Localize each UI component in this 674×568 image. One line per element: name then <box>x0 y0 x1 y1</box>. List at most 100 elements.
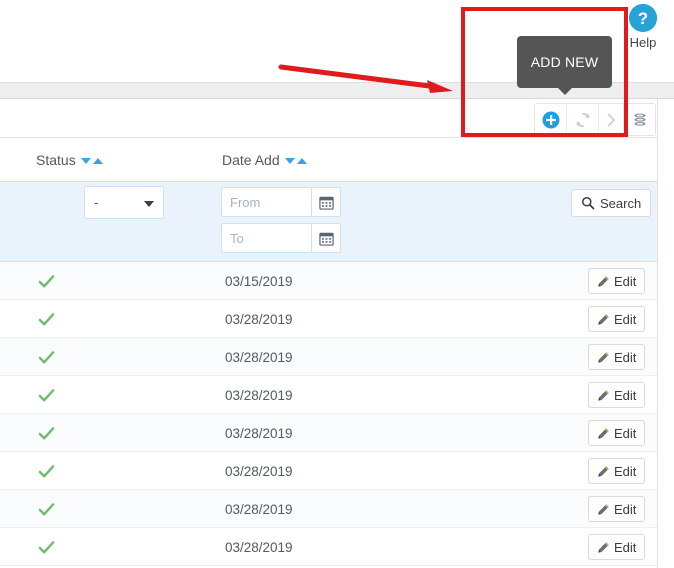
search-button-label: Search <box>600 195 642 211</box>
check-mark-icon <box>38 540 55 553</box>
check-mark-icon <box>38 350 55 363</box>
column-header-date-add-label: Date Add <box>222 152 280 168</box>
cell-date-add: 03/28/2019 <box>225 463 293 479</box>
cell-date-add: 03/28/2019 <box>225 425 293 441</box>
calendar-icon <box>318 196 334 210</box>
check-mark-icon <box>38 312 55 325</box>
pencil-icon <box>598 427 609 439</box>
pencil-icon <box>598 351 609 363</box>
sort-desc-icon[interactable] <box>80 158 91 164</box>
edit-button[interactable]: Edit <box>588 344 646 370</box>
cell-status <box>38 452 55 490</box>
edit-button[interactable]: Edit <box>588 382 646 408</box>
svg-text:?: ? <box>638 9 648 28</box>
table-header-row: Status Date Add <box>0 139 658 182</box>
help-widget[interactable]: ? Help <box>620 4 666 50</box>
table-row[interactable]: 03/28/2019 Edit <box>0 300 658 338</box>
date-to-calendar-button[interactable] <box>311 223 341 253</box>
pencil-icon <box>598 503 609 515</box>
edit-button-label: Edit <box>614 349 637 365</box>
edit-button-label: Edit <box>614 501 637 517</box>
tooltip-pointer <box>558 88 572 95</box>
cell-actions: Edit <box>588 534 646 560</box>
check-mark-icon <box>38 274 55 287</box>
question-mark-circle-icon[interactable]: ? <box>629 4 657 32</box>
table-row[interactable]: 03/28/2019 Edit <box>0 490 658 528</box>
cell-date-add: 03/28/2019 <box>225 539 293 555</box>
pencil-icon <box>598 465 609 477</box>
table-body: 03/15/2019 Edit 03/28/2019 Edit 03/28/20… <box>0 262 658 566</box>
cell-date-add: 03/28/2019 <box>225 501 293 517</box>
add-new-tooltip: ADD NEW <box>517 36 612 88</box>
cell-date-add: 03/28/2019 <box>225 387 293 403</box>
check-mark-icon <box>38 388 55 401</box>
date-from-input[interactable] <box>221 187 311 217</box>
check-mark-icon <box>38 502 55 515</box>
edit-button-label: Edit <box>614 311 637 327</box>
cell-actions: Edit <box>588 268 646 294</box>
cell-status <box>38 262 55 300</box>
sort-desc-icon[interactable] <box>284 158 295 164</box>
table-row[interactable]: 03/28/2019 Edit <box>0 376 658 414</box>
table-row[interactable]: 03/28/2019 Edit <box>0 414 658 452</box>
plus-circle-icon <box>542 111 559 128</box>
column-header-date-add[interactable]: Date Add <box>222 152 307 168</box>
edit-button[interactable]: Edit <box>588 534 646 560</box>
database-stack-icon <box>633 113 646 126</box>
cell-date-add: 03/28/2019 <box>225 311 293 327</box>
pencil-icon <box>598 389 609 401</box>
cell-actions: Edit <box>588 306 646 332</box>
database-button[interactable] <box>624 104 655 135</box>
cell-status <box>38 490 55 528</box>
search-button[interactable]: Search <box>571 189 652 217</box>
refresh-button[interactable] <box>567 104 599 135</box>
table-row[interactable]: 03/15/2019 Edit <box>0 262 658 300</box>
column-header-status[interactable]: Status <box>36 152 103 168</box>
pencil-icon <box>598 313 609 325</box>
add-new-button[interactable] <box>535 104 567 135</box>
date-to-input[interactable] <box>221 223 311 253</box>
edit-button[interactable]: Edit <box>588 306 646 332</box>
column-header-status-label: Status <box>36 152 76 168</box>
cell-status <box>38 338 55 376</box>
cell-actions: Edit <box>588 458 646 484</box>
status-filter-value: - <box>94 195 99 210</box>
cell-actions: Edit <box>588 344 646 370</box>
toolbar-button-group <box>534 103 656 136</box>
next-button[interactable] <box>599 104 624 135</box>
cell-actions: Edit <box>588 382 646 408</box>
edit-button[interactable]: Edit <box>588 496 646 522</box>
date-to-group <box>221 223 341 253</box>
sort-asc-icon[interactable] <box>92 158 103 164</box>
chevron-down-icon <box>144 201 154 207</box>
refresh-icon <box>576 112 589 127</box>
date-from-group <box>221 187 341 217</box>
edit-button[interactable]: Edit <box>588 458 646 484</box>
cell-status <box>38 528 55 566</box>
add-new-tooltip-label: ADD NEW <box>530 54 599 70</box>
edit-button-label: Edit <box>614 463 637 479</box>
edit-button-label: Edit <box>614 425 637 441</box>
status-filter-select[interactable]: - <box>84 186 164 219</box>
cell-date-add: 03/15/2019 <box>225 273 293 289</box>
chevron-right-icon <box>607 113 615 126</box>
pencil-icon <box>598 275 609 287</box>
help-label: Help <box>629 35 657 50</box>
sort-arrows-date-add[interactable] <box>284 151 307 167</box>
check-mark-icon <box>38 426 55 439</box>
cell-status <box>38 300 55 338</box>
check-mark-icon <box>38 464 55 477</box>
edit-button[interactable]: Edit <box>588 420 646 446</box>
sort-arrows-status[interactable] <box>80 151 103 167</box>
date-from-calendar-button[interactable] <box>311 187 341 217</box>
edit-button-label: Edit <box>614 387 637 403</box>
cell-date-add: 03/28/2019 <box>225 349 293 365</box>
cell-actions: Edit <box>588 496 646 522</box>
edit-button[interactable]: Edit <box>588 268 646 294</box>
edit-button-label: Edit <box>614 273 637 289</box>
pencil-icon <box>598 541 609 553</box>
table-row[interactable]: 03/28/2019 Edit <box>0 528 658 566</box>
table-row[interactable]: 03/28/2019 Edit <box>0 338 658 376</box>
table-row[interactable]: 03/28/2019 Edit <box>0 452 658 490</box>
sort-asc-icon[interactable] <box>296 158 307 164</box>
